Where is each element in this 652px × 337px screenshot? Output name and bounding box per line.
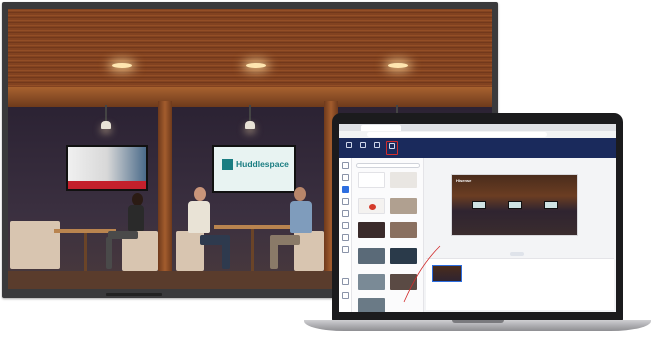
- shape-icon[interactable]: [342, 222, 349, 229]
- huddlespace-logo-text: Huddlespace: [236, 159, 289, 169]
- table-leg: [251, 229, 254, 271]
- signage-screen-right: Huddlespace: [212, 145, 296, 193]
- asset-tile[interactable]: [358, 222, 385, 238]
- display-stand-bar: [106, 293, 162, 296]
- editor-canvas: Hisense: [424, 158, 616, 312]
- browser-tab-bar: [339, 124, 616, 131]
- toolbar-layout-button[interactable]: [386, 141, 398, 155]
- widget-icon[interactable]: [342, 198, 349, 205]
- asset-tile[interactable]: [390, 172, 417, 188]
- asset-tile[interactable]: [390, 198, 417, 214]
- wood-ceiling: [8, 9, 492, 99]
- ceiling-light: [388, 63, 408, 68]
- media-icon[interactable]: [342, 210, 349, 217]
- text-icon[interactable]: [342, 174, 349, 181]
- media-icon: [374, 142, 380, 148]
- table-leg: [84, 233, 87, 271]
- booth-divider: [158, 101, 172, 289]
- asset-tile[interactable]: [390, 222, 417, 238]
- slide-title: Hisense: [456, 178, 472, 183]
- slide-screen: [544, 201, 558, 209]
- background-icon[interactable]: [342, 234, 349, 241]
- cms-toolbar: [339, 138, 616, 158]
- toolbar-back-button[interactable]: [343, 141, 355, 155]
- ceiling-beam: [8, 87, 492, 107]
- toolbar-frame-button[interactable]: [357, 141, 369, 155]
- connector-line: [403, 245, 441, 303]
- asset-tile[interactable]: [358, 298, 385, 312]
- slide-screen: [508, 201, 522, 209]
- pendant-lamp: [245, 121, 255, 129]
- asset-tile[interactable]: [358, 248, 385, 264]
- signage-screen-left: [66, 145, 148, 191]
- slide-screen: [472, 201, 486, 209]
- toolbar-media-button[interactable]: [371, 141, 383, 155]
- asset-search-input[interactable]: [356, 163, 420, 168]
- layout-icon: [389, 143, 395, 149]
- asset-tile[interactable]: [358, 172, 385, 188]
- settings-icon[interactable]: [342, 278, 349, 285]
- ceiling-light: [246, 63, 266, 68]
- product-composite: Huddlespace Hisense: [0, 0, 652, 337]
- asset-tile-button[interactable]: [358, 198, 385, 214]
- canvas-tools: [424, 252, 616, 257]
- browser-address-bar: [339, 131, 616, 138]
- template-icon[interactable]: [342, 162, 349, 169]
- asset-tile[interactable]: [358, 274, 385, 290]
- image-icon[interactable]: [342, 186, 349, 193]
- huddlespace-logo-icon: [222, 159, 233, 170]
- slide-preview[interactable]: Hisense: [451, 174, 578, 236]
- layer-icon[interactable]: [342, 246, 349, 253]
- cms-side-rail: [339, 158, 352, 312]
- frame-icon: [360, 142, 366, 148]
- page-strip: [426, 258, 614, 310]
- help-icon[interactable]: [342, 292, 349, 299]
- laptop-notch: [452, 320, 504, 323]
- bench: [10, 221, 60, 269]
- pendant-lamp: [101, 121, 111, 129]
- url-field[interactable]: [367, 132, 547, 137]
- signage-red-bar: [68, 181, 146, 189]
- zoom-pill[interactable]: [510, 252, 524, 256]
- laptop-screen: Hisense: [339, 124, 616, 312]
- back-icon: [346, 142, 352, 148]
- ceiling-light: [112, 63, 132, 68]
